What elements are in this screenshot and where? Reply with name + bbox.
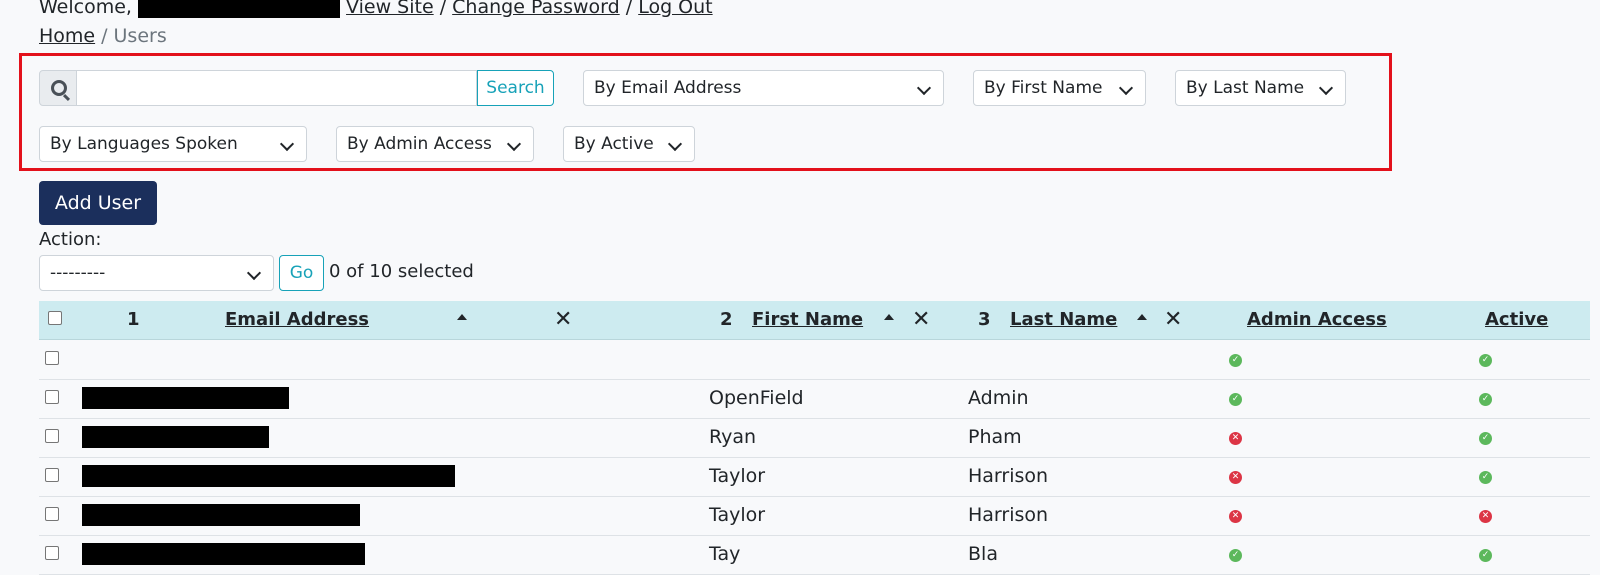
cell-first-name: Taylor — [709, 465, 766, 487]
redacted-email — [82, 543, 365, 565]
filter-last-name-label: By Last Name — [1186, 78, 1305, 98]
go-button[interactable]: Go — [279, 255, 324, 291]
last-name-sort-index: 3 — [978, 309, 991, 330]
row-checkbox[interactable] — [45, 351, 59, 365]
separator: / — [625, 0, 633, 18]
cell-first-name: Ryan — [709, 426, 757, 448]
active-status-icon: ✓ — [1479, 393, 1492, 406]
breadcrumb-current: Users — [113, 25, 167, 47]
remove-sort-icon[interactable]: ✕ — [912, 307, 930, 332]
filter-email-label: By Email Address — [594, 78, 742, 98]
active-status-icon: ✓ — [1479, 354, 1492, 367]
admin-status-icon: ✓ — [1229, 393, 1242, 406]
column-admin-access[interactable]: Admin Access — [1247, 309, 1387, 330]
redacted-email — [82, 504, 360, 526]
email-sort-index: 1 — [127, 309, 140, 330]
table-row: Taylor Harrison ✕ ✓ — [39, 457, 1590, 497]
cell-last-name: Harrison — [968, 504, 1049, 526]
filter-last-name-select[interactable]: By Last Name — [1175, 70, 1346, 106]
add-user-button[interactable]: Add User — [39, 181, 157, 225]
cell-last-name: Admin — [968, 387, 1029, 409]
chevron-down-icon — [506, 136, 522, 152]
separator: / — [439, 0, 447, 18]
select-all-checkbox[interactable] — [48, 311, 62, 325]
breadcrumb-home[interactable]: Home — [39, 25, 95, 47]
sort-asc-icon[interactable] — [457, 314, 467, 320]
admin-status-icon: ✕ — [1229, 510, 1242, 523]
filter-admin-select[interactable]: By Admin Access — [336, 126, 534, 162]
cell-last-name: Pham — [968, 426, 1022, 448]
filter-admin-label: By Admin Access — [347, 134, 492, 154]
column-email-address[interactable]: Email Address — [225, 309, 369, 330]
active-status-icon: ✓ — [1479, 432, 1492, 445]
cell-first-name: Taylor — [709, 504, 766, 526]
action-select[interactable]: --------- — [39, 255, 274, 291]
action-select-value: --------- — [50, 263, 106, 283]
column-last-name[interactable]: Last Name — [1010, 309, 1117, 330]
admin-status-icon: ✕ — [1229, 432, 1242, 445]
search-addon — [39, 70, 77, 106]
redacted-email — [82, 426, 269, 448]
row-checkbox[interactable] — [45, 546, 59, 560]
row-checkbox[interactable] — [45, 468, 59, 482]
redacted-username — [138, 0, 340, 18]
table-row: Ryan Pham ✕ ✓ — [39, 418, 1590, 458]
filter-languages-label: By Languages Spoken — [50, 134, 238, 154]
chevron-down-icon — [279, 136, 295, 152]
filter-first-name-select[interactable]: By First Name — [973, 70, 1146, 106]
table-row: Taylor Harrison ✕ ✕ — [39, 496, 1590, 536]
search-button[interactable]: Search — [477, 70, 554, 106]
row-checkbox[interactable] — [45, 429, 59, 443]
action-label: Action: — [39, 229, 102, 250]
cell-first-name: OpenField — [709, 387, 804, 409]
selected-count: 0 of 10 selected — [329, 261, 474, 282]
table-row: OpenField Admin ✓ ✓ — [39, 379, 1590, 419]
log-out-link[interactable]: Log Out — [638, 0, 712, 18]
remove-sort-icon[interactable]: ✕ — [554, 307, 572, 332]
breadcrumb-separator: / — [101, 25, 108, 47]
table-row: ✓ ✓ — [39, 340, 1590, 380]
chevron-down-icon — [246, 265, 262, 281]
filter-email-select[interactable]: By Email Address — [583, 70, 944, 106]
filter-languages-select[interactable]: By Languages Spoken — [39, 126, 307, 162]
chevron-down-icon — [916, 80, 932, 96]
welcome-text: Welcome, — [39, 0, 132, 18]
first-name-sort-index: 2 — [720, 309, 733, 330]
search-input[interactable] — [76, 70, 477, 106]
column-active[interactable]: Active — [1485, 309, 1548, 330]
cell-last-name: Bla — [968, 543, 998, 565]
filter-active-select[interactable]: By Active — [563, 126, 695, 162]
row-checkbox[interactable] — [45, 390, 59, 404]
sort-asc-icon[interactable] — [884, 314, 894, 320]
table-row: Tay Bla ✓ ✓ — [39, 535, 1590, 575]
active-status-icon: ✕ — [1479, 510, 1492, 523]
filter-first-name-label: By First Name — [984, 78, 1103, 98]
admin-status-icon: ✓ — [1229, 549, 1242, 562]
column-first-name[interactable]: First Name — [752, 309, 863, 330]
change-password-link[interactable]: Change Password — [452, 0, 620, 18]
admin-status-icon: ✕ — [1229, 471, 1242, 484]
user-tools: Welcome, View Site / Change Password / L… — [39, 0, 713, 18]
table-header: 1 Email Address ✕ 2 First Name ✕ 3 Last … — [39, 301, 1590, 340]
search-icon — [51, 80, 67, 96]
active-status-icon: ✓ — [1479, 549, 1492, 562]
view-site-link[interactable]: View Site — [346, 0, 434, 18]
cell-first-name: Tay — [709, 543, 741, 565]
remove-sort-icon[interactable]: ✕ — [1164, 307, 1182, 332]
chevron-down-icon — [1318, 80, 1334, 96]
active-status-icon: ✓ — [1479, 471, 1492, 484]
cell-last-name: Harrison — [968, 465, 1049, 487]
chevron-down-icon — [1118, 80, 1134, 96]
redacted-email — [82, 465, 455, 487]
breadcrumb: Home / Users — [39, 25, 167, 47]
filter-active-label: By Active — [574, 134, 654, 154]
admin-status-icon: ✓ — [1229, 354, 1242, 367]
row-checkbox[interactable] — [45, 507, 59, 521]
chevron-down-icon — [667, 136, 683, 152]
redacted-email — [82, 387, 289, 409]
sort-asc-icon[interactable] — [1137, 314, 1147, 320]
